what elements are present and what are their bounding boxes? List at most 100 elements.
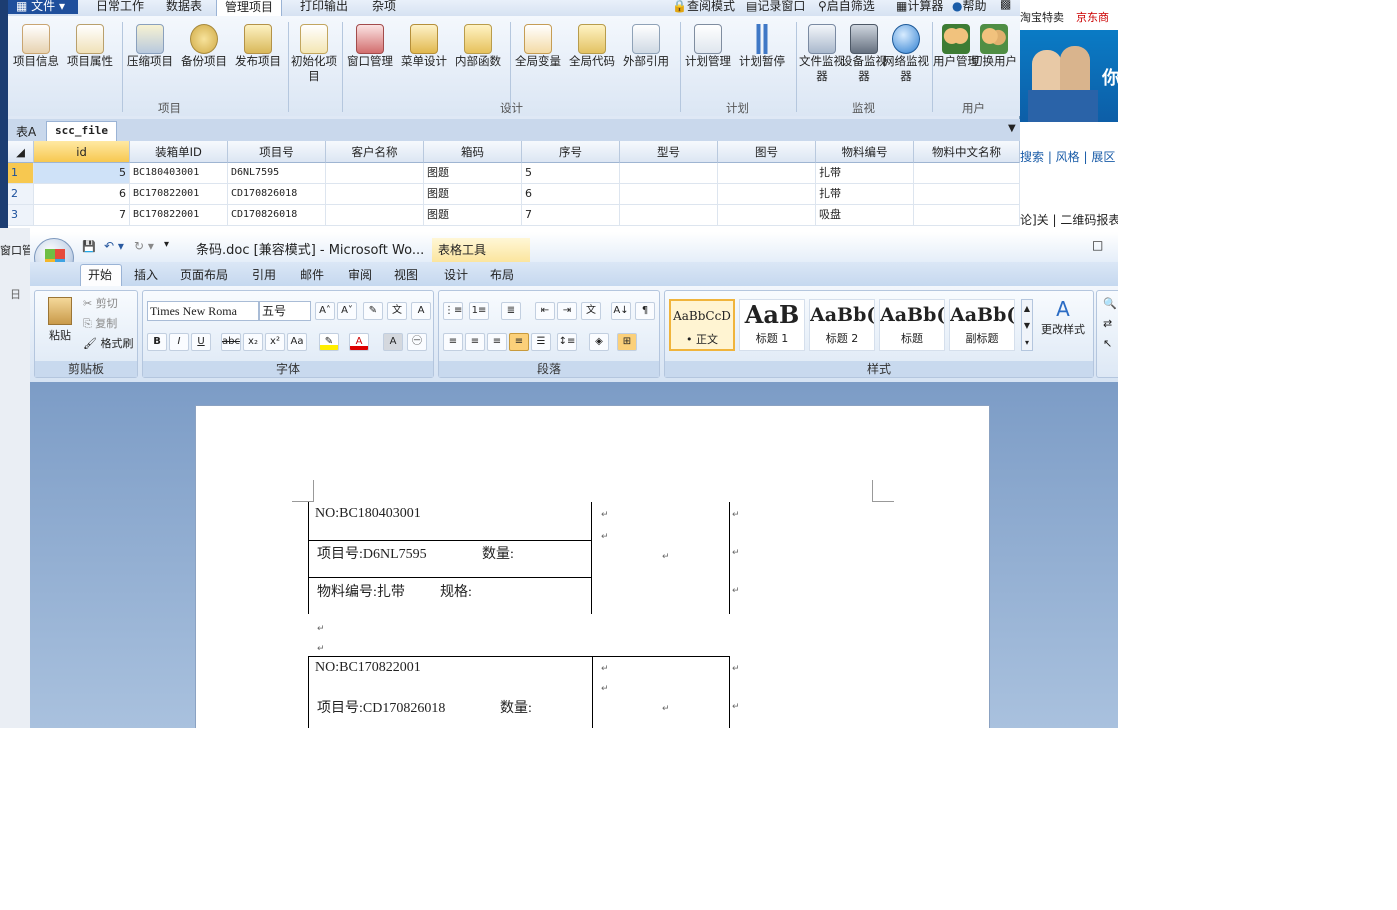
grid-corner[interactable]: ◢ (8, 141, 34, 163)
table-cell[interactable] (718, 163, 816, 184)
tab-dropdown-icon[interactable]: ▼ (1008, 123, 1016, 134)
table-cell[interactable]: 6 (522, 184, 620, 205)
style-normal[interactable]: AaBbCcD • 正文 (669, 299, 735, 351)
tab-table-a[interactable]: 表A (16, 123, 36, 140)
table-cell[interactable]: 6 (34, 184, 130, 205)
char-shading-icon[interactable]: A (383, 333, 403, 351)
table-cell[interactable] (326, 205, 424, 226)
label2-no[interactable]: NO:BC170822001 (315, 660, 421, 676)
change-case-icon[interactable]: Aa (287, 333, 307, 351)
align-left-icon[interactable]: ≡ (443, 333, 463, 351)
col-header-drawing[interactable]: 图号 (718, 141, 816, 163)
tab-manage-project[interactable]: 管理项目 (216, 0, 283, 16)
bookmark-taobao[interactable]: 淘宝特卖 (1020, 9, 1064, 25)
plan-management-button[interactable]: 计划管理 (684, 22, 732, 102)
label2-project[interactable]: 项目号:CD170826018 (317, 697, 445, 717)
tab-scc-file[interactable]: scc_file (46, 121, 117, 141)
file-menu[interactable]: ▦ 文件 ▾ (8, 0, 78, 14)
col-header-box-code[interactable]: 箱码 (424, 141, 522, 163)
init-project-button[interactable]: 初始化项目 (290, 22, 338, 102)
table-cell[interactable]: 5 (522, 163, 620, 184)
table-cell[interactable]: 扎带 (816, 163, 914, 184)
menu-design-button[interactable]: 菜单设计 (400, 22, 448, 102)
project-properties-button[interactable]: 项目属性 (66, 22, 114, 102)
browser-links-1[interactable]: 搜索 | 风格 | 展区 (1020, 148, 1115, 165)
network-monitor-button[interactable]: 网络监视器 (882, 22, 930, 102)
chinese-layout-icon[interactable]: 文 (581, 302, 601, 320)
maximize-button[interactable]: □ (1092, 238, 1103, 252)
tab-page-layout[interactable]: 页面布局 (180, 266, 228, 283)
file-monitor-button[interactable]: 文件监视器 (798, 22, 846, 102)
show-marks-icon[interactable]: ¶ (635, 302, 655, 320)
format-painter-button[interactable]: 🖌 格式刷 (83, 335, 133, 351)
table-cell[interactable] (914, 205, 1020, 226)
table-cell[interactable]: 5 (34, 163, 130, 184)
qat-customize-icon[interactable]: ▾ (164, 239, 169, 250)
tab-daily-work[interactable]: 日常工作 (88, 0, 152, 16)
table-cell[interactable] (718, 184, 816, 205)
enclose-char-icon[interactable]: ㊀ (407, 333, 427, 351)
multilevel-list-icon[interactable]: ≣ (501, 302, 521, 320)
change-styles-button[interactable]: A 更改样式 (1037, 297, 1089, 337)
table-cell[interactable]: 吸盘 (816, 205, 914, 226)
char-border-icon[interactable]: A (411, 302, 431, 320)
browser-links-2[interactable]: 论]关 | 二维码报表 (1020, 211, 1118, 228)
puzzle-icon[interactable]: ▩ (1000, 0, 1011, 11)
row-number[interactable]: 2 (8, 184, 34, 205)
phonetic-icon[interactable]: 文 (387, 302, 407, 320)
shrink-font-icon[interactable]: A˅ (337, 302, 357, 320)
select-icon[interactable]: ↖ (1103, 337, 1112, 350)
label1-spec[interactable]: 规格: (440, 581, 472, 601)
table-cell[interactable]: BC170822001 (130, 205, 228, 226)
bold-icon[interactable]: B (147, 333, 167, 351)
tab-design[interactable]: 设计 (444, 266, 468, 283)
window-management-button[interactable]: 窗口管理 (346, 22, 394, 102)
bookmark-jd[interactable]: 京东商 (1076, 9, 1109, 25)
col-header-box-id[interactable]: 装箱单ID (130, 141, 228, 163)
underline-icon[interactable]: U (191, 333, 211, 351)
record-window-button[interactable]: ▤记录窗口 (746, 0, 805, 14)
style-heading-1[interactable]: AaB 标题 1 (739, 299, 805, 351)
distributed-icon[interactable]: ☰ (531, 333, 551, 351)
styles-scroll[interactable]: ▲ ▼ ▾ (1021, 299, 1033, 351)
col-header-seq[interactable]: 序号 (522, 141, 620, 163)
borders-icon[interactable]: ⊞ (617, 333, 637, 351)
increase-indent-icon[interactable]: ⇥ (557, 302, 577, 320)
tab-print-output[interactable]: 打印输出 (292, 0, 356, 16)
tab-review[interactable]: 审阅 (348, 266, 372, 283)
col-header-customer[interactable]: 客户名称 (326, 141, 424, 163)
help-button[interactable]: ●帮助 (952, 0, 987, 14)
redo-icon[interactable]: ↻ ▾ (134, 239, 154, 253)
copy-button[interactable]: ⎘ 复制 (83, 315, 117, 331)
table-cell[interactable]: BC170822001 (130, 184, 228, 205)
align-right-icon[interactable]: ≡ (487, 333, 507, 351)
device-monitor-button[interactable]: 设备监视器 (840, 22, 888, 102)
label1-project[interactable]: 项目号:D6NL7595 (317, 543, 427, 563)
tab-layout[interactable]: 布局 (490, 266, 514, 283)
subscript-icon[interactable]: x₂ (243, 333, 263, 351)
highlight-icon[interactable]: ✎ (319, 333, 339, 351)
table-cell[interactable] (620, 163, 718, 184)
col-header-material-name[interactable]: 物料中文名称 (914, 141, 1020, 163)
calculator-button[interactable]: ▦计算器 (896, 0, 943, 14)
style-title[interactable]: AaBb(标题 (879, 299, 945, 351)
paste-button[interactable]: 粘贴 (43, 295, 77, 349)
tab-mailings[interactable]: 邮件 (300, 266, 324, 283)
numbering-icon[interactable]: 1≡ (469, 302, 489, 320)
undo-icon[interactable]: ↶ ▾ (104, 239, 124, 253)
tab-references[interactable]: 引用 (252, 266, 276, 283)
superscript-icon[interactable]: x² (265, 333, 285, 351)
document-page[interactable]: NO:BC180403001 项目号:D6NL7595 数量: 物料编号:扎带 … (195, 405, 990, 728)
read-mode-button[interactable]: 🔒查阅模式 (672, 0, 735, 14)
table-cell[interactable] (914, 184, 1020, 205)
col-header-project-no[interactable]: 项目号 (228, 141, 326, 163)
label1-material[interactable]: 物料编号:扎带 (317, 581, 405, 601)
external-reference-button[interactable]: 外部引用 (622, 22, 670, 102)
justify-icon[interactable]: ≡ (509, 333, 529, 351)
shading-icon[interactable]: ◈ (589, 333, 609, 351)
tab-datatable[interactable]: 数据表 (158, 0, 210, 16)
clear-format-icon[interactable]: ✎ (363, 302, 383, 320)
line-spacing-icon[interactable]: ↕≡ (557, 333, 577, 351)
style-heading-2[interactable]: AaBb(标题 2 (809, 299, 875, 351)
table-cell[interactable]: D6NL7595 (228, 163, 326, 184)
